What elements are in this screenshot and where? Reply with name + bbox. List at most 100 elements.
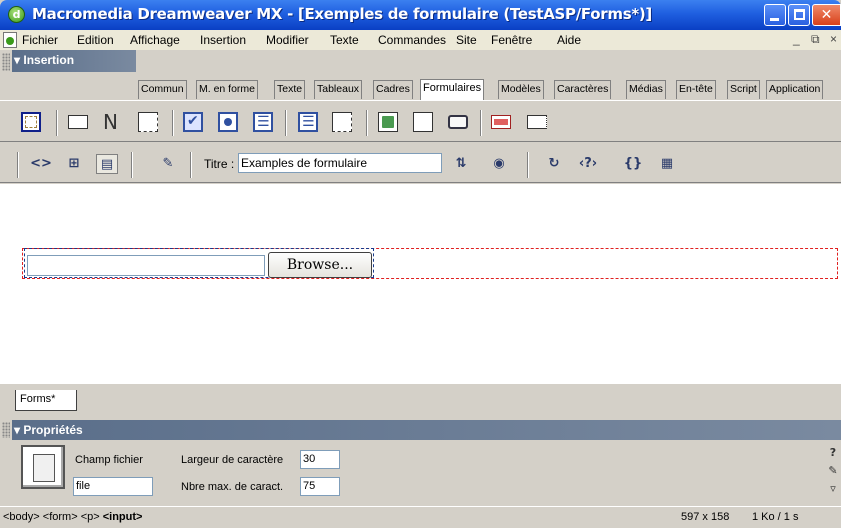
insert-panel-header: ▾ Insertion Commun M. en forme Texte Tab…	[0, 50, 841, 102]
status-bar: <body> <form> <p> <input> 597 x 158 1 Ko…	[0, 506, 841, 528]
image-field-icon[interactable]	[378, 112, 398, 132]
properties-title[interactable]: ▾ Propriétés	[12, 420, 841, 440]
window-title: Macromedia Dreamweaver MX - [Exemples de…	[32, 5, 652, 23]
separator	[285, 110, 287, 136]
tab-medias[interactable]: Médias	[626, 80, 666, 99]
separator	[56, 110, 58, 136]
form-icon[interactable]	[21, 112, 41, 132]
code-navigation-icon[interactable]: {}	[622, 154, 644, 174]
maximize-button[interactable]	[788, 4, 810, 26]
help-icon[interactable]: ?	[826, 446, 840, 460]
menu-fenetre[interactable]: Fenêtre	[491, 33, 532, 47]
tab-forms-document[interactable]: Forms*	[15, 390, 77, 411]
char-width-input[interactable]: 30	[300, 450, 340, 469]
menu-bar: Fichier Edition Affichage Insertion Modi…	[0, 30, 841, 50]
tab-caracteres[interactable]: Caractères	[554, 80, 612, 99]
separator	[480, 110, 482, 136]
mdi-minimize-button[interactable]: _	[793, 32, 800, 46]
close-icon: ✕	[820, 7, 833, 23]
file-field-icon[interactable]	[413, 112, 433, 132]
list-menu-icon[interactable]	[253, 112, 273, 132]
mdi-restore-button[interactable]: ⧉	[811, 32, 820, 47]
minimize-button[interactable]	[764, 4, 786, 26]
preview-icon[interactable]: ◉	[488, 154, 510, 174]
edit-icon[interactable]: ✎	[826, 464, 840, 478]
split-view-icon[interactable]: ⊞	[63, 154, 85, 174]
jump-menu-icon[interactable]	[332, 112, 352, 132]
document-design-view[interactable]: Browse...	[0, 184, 841, 384]
reference-icon[interactable]: ‹?›	[577, 154, 599, 174]
field-name-input[interactable]: file	[73, 477, 153, 496]
expand-icon[interactable]: ▿	[826, 482, 840, 496]
menu-aide[interactable]: Aide	[557, 33, 581, 47]
browse-button[interactable]: Browse...	[268, 252, 372, 278]
tab-en-tete[interactable]: En-tête	[676, 80, 716, 99]
window-size-menu[interactable]: 597 x 158	[681, 511, 729, 523]
tab-mise-en-forme[interactable]: M. en forme	[196, 80, 259, 99]
menu-texte[interactable]: Texte	[330, 33, 359, 47]
title-label: Titre :	[204, 157, 235, 171]
label-icon[interactable]	[491, 115, 511, 129]
menu-insertion[interactable]: Insertion	[200, 33, 246, 47]
separator	[131, 152, 133, 178]
menu-commandes[interactable]: Commandes	[378, 33, 446, 47]
panel-grip-icon[interactable]	[2, 422, 10, 438]
file-management-icon[interactable]: ⇅	[450, 154, 472, 174]
insert-icon-row: N	[0, 100, 841, 142]
tab-application[interactable]: Application	[766, 80, 824, 99]
separator	[527, 152, 529, 178]
tag-input-selected[interactable]: <input>	[103, 511, 143, 523]
tab-script[interactable]: Script	[727, 80, 760, 99]
menu-site[interactable]: Site	[456, 33, 477, 47]
tag-form[interactable]: <form>	[43, 511, 78, 523]
document-icon[interactable]	[3, 32, 17, 48]
insert-panel-title[interactable]: ▾ Insertion	[12, 50, 136, 72]
design-view-icon[interactable]: ▤	[96, 154, 118, 174]
menu-affichage[interactable]: Affichage	[130, 33, 180, 47]
tab-modeles[interactable]: Modèles	[498, 80, 544, 99]
view-options-icon[interactable]: ▦	[656, 154, 678, 174]
file-field-type-icon	[21, 445, 65, 489]
tag-body[interactable]: <body>	[3, 511, 40, 523]
tab-tableaux[interactable]: Tableaux	[314, 80, 363, 99]
page-title-input[interactable]: Examples de formulaire	[238, 153, 442, 173]
max-chars-label: Nbre max. de caract.	[181, 481, 284, 493]
max-chars-input[interactable]: 75	[300, 477, 340, 496]
tab-formulaires[interactable]: Formulaires	[420, 79, 485, 100]
minimize-icon	[770, 18, 779, 21]
separator	[190, 152, 192, 178]
panel-grip-icon[interactable]	[2, 53, 10, 71]
menu-modifier[interactable]: Modifier	[266, 33, 309, 47]
fieldset-icon[interactable]	[527, 115, 547, 129]
textarea-icon[interactable]	[138, 112, 158, 132]
text-field-icon[interactable]	[68, 115, 88, 129]
properties-panel: Champ fichier file Largeur de caractère …	[0, 442, 841, 506]
separator	[366, 110, 368, 136]
file-field-textbox[interactable]	[27, 255, 265, 276]
menu-fichier[interactable]: Fichier	[22, 33, 58, 47]
separator	[172, 110, 174, 136]
radio-group-icon[interactable]	[298, 112, 318, 132]
properties-header: ▾ Propriétés	[0, 414, 841, 442]
document-toolbar: <> ⊞ ▤ ✎ Titre : Examples de formulaire …	[0, 143, 841, 183]
tab-commun[interactable]: Commun	[138, 80, 187, 99]
button-icon[interactable]	[448, 115, 468, 129]
tab-cadres[interactable]: Cadres	[373, 80, 413, 99]
menu-edition[interactable]: Edition	[77, 33, 114, 47]
char-width-label: Largeur de caractère	[181, 454, 284, 466]
checkbox-icon[interactable]	[183, 112, 203, 132]
separator	[17, 152, 19, 178]
validate-icon[interactable]: ✎	[157, 154, 179, 174]
hidden-field-icon[interactable]: N	[103, 112, 123, 132]
code-view-icon[interactable]: <>	[30, 154, 52, 174]
tag-selector: <body> <form> <p> <input>	[3, 511, 142, 523]
title-bar[interactable]: d Macromedia Dreamweaver MX - [Exemples …	[0, 0, 841, 30]
close-button[interactable]: ✕	[812, 4, 841, 26]
radio-button-icon[interactable]	[218, 112, 238, 132]
tab-texte[interactable]: Texte	[274, 80, 306, 99]
tag-p[interactable]: <p>	[81, 511, 100, 523]
mdi-close-button[interactable]: ×	[830, 32, 837, 46]
refresh-icon[interactable]: ↻	[543, 154, 565, 174]
maximize-icon	[794, 9, 805, 20]
field-type-label: Champ fichier	[75, 454, 143, 466]
